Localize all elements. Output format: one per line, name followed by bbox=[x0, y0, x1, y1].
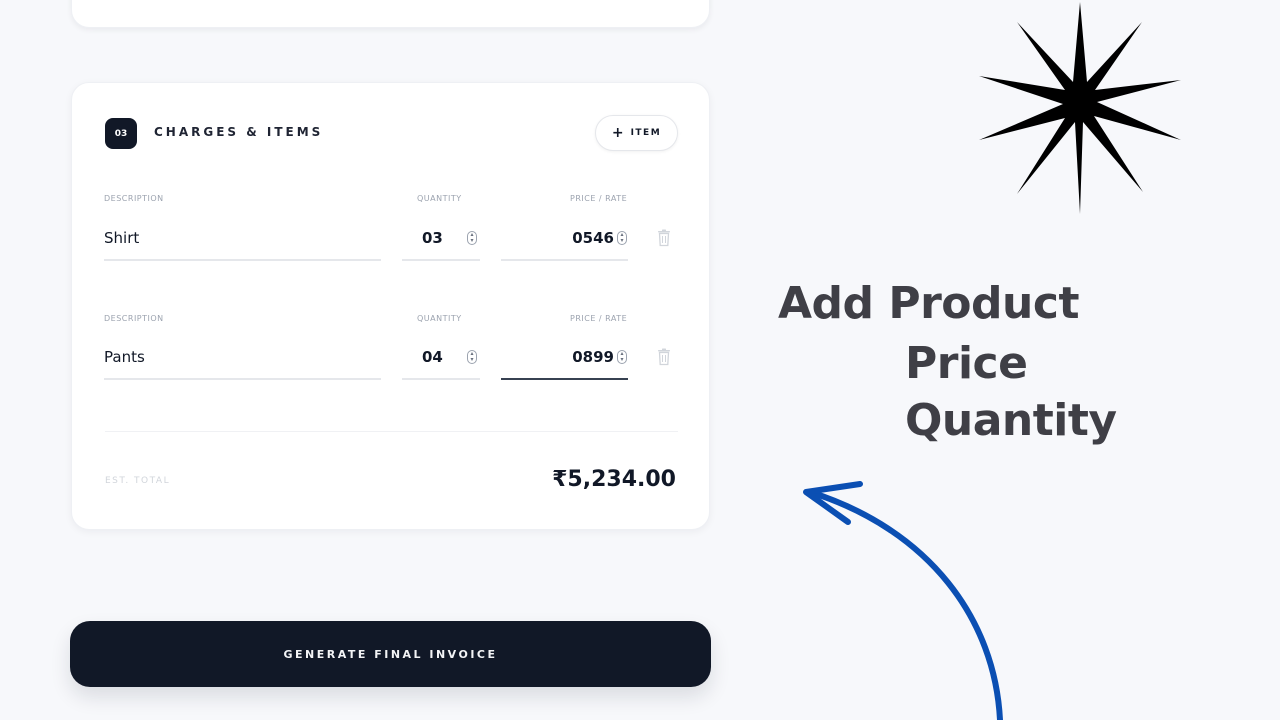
annotation-line-2: Price bbox=[905, 338, 1028, 389]
spinner-icon[interactable]: ▴ ▾ bbox=[617, 350, 627, 364]
description-input[interactable]: Shirt bbox=[104, 217, 381, 261]
est-total-label: EST. TOTAL bbox=[105, 476, 171, 486]
description-input[interactable]: Pants bbox=[104, 336, 381, 380]
starburst-icon bbox=[979, 2, 1181, 214]
generate-invoice-label: GENERATE FINAL INVOICE bbox=[283, 647, 498, 661]
quantity-label: QUANTITY bbox=[417, 314, 462, 323]
trash-icon[interactable] bbox=[657, 348, 671, 366]
price-label: PRICE / RATE bbox=[570, 194, 628, 203]
spinner-icon[interactable]: ▴ ▾ bbox=[617, 231, 627, 245]
add-item-button[interactable]: + ITEM bbox=[595, 115, 678, 151]
description-value: Shirt bbox=[104, 229, 140, 247]
description-label: DESCRIPTION bbox=[104, 314, 164, 323]
section-title: CHARGES & ITEMS bbox=[154, 125, 324, 139]
annotation-line-1: Add Product bbox=[778, 278, 1079, 329]
divider bbox=[105, 431, 678, 432]
spinner-icon[interactable]: ▴ ▾ bbox=[467, 231, 477, 245]
quantity-value: 03 bbox=[422, 229, 443, 247]
price-value: 0899 bbox=[572, 348, 614, 366]
est-total-value: ₹5,234.00 bbox=[552, 467, 676, 492]
step-badge: 03 bbox=[105, 118, 137, 149]
price-value: 0546 bbox=[572, 229, 614, 247]
previous-section-card bbox=[71, 0, 710, 28]
quantity-input[interactable]: 04 ▴ ▾ bbox=[402, 336, 480, 380]
trash-icon[interactable] bbox=[657, 229, 671, 247]
quantity-input[interactable]: 03 ▴ ▾ bbox=[402, 217, 480, 261]
quantity-value: 04 bbox=[422, 348, 443, 366]
curved-arrow-icon bbox=[790, 470, 1020, 720]
charges-items-card: 03 CHARGES & ITEMS + ITEM DESCRIPTION QU… bbox=[71, 82, 710, 530]
price-input[interactable]: 0546 ▴ ▾ bbox=[501, 217, 628, 261]
generate-invoice-button[interactable]: GENERATE FINAL INVOICE bbox=[70, 621, 711, 687]
plus-icon: + bbox=[611, 125, 624, 141]
description-label: DESCRIPTION bbox=[104, 194, 164, 203]
quantity-label: QUANTITY bbox=[417, 194, 462, 203]
add-item-label: ITEM bbox=[630, 128, 662, 138]
price-input-active[interactable]: 0899 ▴ ▾ bbox=[501, 336, 628, 380]
description-value: Pants bbox=[104, 348, 145, 366]
price-label: PRICE / RATE bbox=[570, 314, 628, 323]
spinner-icon[interactable]: ▴ ▾ bbox=[467, 350, 477, 364]
annotation-line-3: Quantity bbox=[905, 395, 1117, 446]
